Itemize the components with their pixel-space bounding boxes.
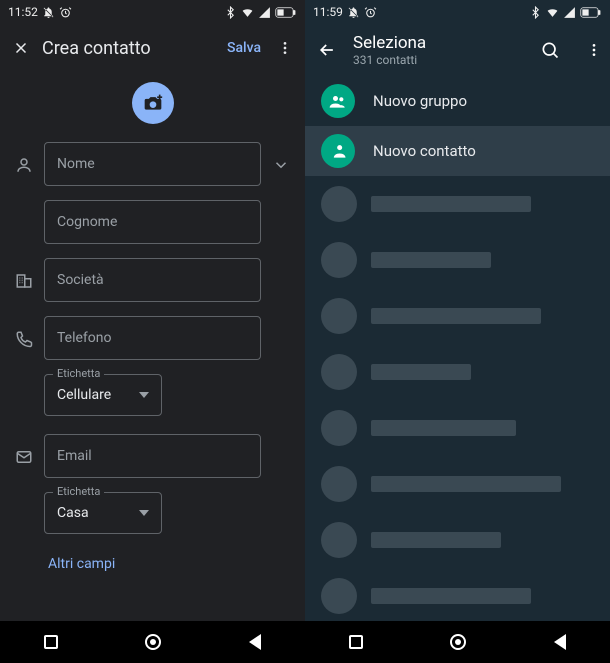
company-input[interactable]: Società xyxy=(44,258,261,302)
save-button[interactable]: Salva xyxy=(227,40,261,56)
company-placeholder: Società xyxy=(57,272,104,288)
contact-name-placeholder xyxy=(371,308,541,324)
contact-name-placeholder xyxy=(371,476,561,492)
android-nav-bar xyxy=(0,621,305,663)
contact-row[interactable] xyxy=(305,176,610,232)
nav-recent-button[interactable] xyxy=(349,635,363,649)
surname-placeholder: Cognome xyxy=(57,214,117,230)
contact-avatar xyxy=(321,186,357,222)
expand-name-button[interactable] xyxy=(269,142,293,174)
bluetooth-icon xyxy=(529,6,542,19)
person-icon xyxy=(15,156,33,174)
bluetooth-icon xyxy=(224,6,237,19)
nav-back-button[interactable] xyxy=(249,634,261,650)
battery-icon xyxy=(580,7,602,18)
contact-avatar xyxy=(321,578,357,614)
company-icon xyxy=(15,272,33,290)
appbar-title: Crea contatto xyxy=(42,38,215,59)
contact-name-placeholder xyxy=(371,588,531,604)
appbar-subtitle: 331 contatti xyxy=(353,53,524,67)
phone-icon xyxy=(15,330,33,348)
more-vert-icon xyxy=(277,40,293,56)
android-nav-bar xyxy=(305,621,610,663)
create-contact-pane: 11:52 Crea contatto Salva Nome xyxy=(0,0,305,663)
form-scroll: Nome Cognome Società Telefono E xyxy=(0,142,305,621)
bell-off-icon xyxy=(42,6,55,19)
add-photo-button[interactable] xyxy=(132,82,174,124)
email-label-value: Casa xyxy=(57,505,89,521)
firstname-placeholder: Nome xyxy=(57,156,95,172)
phone-label-caption: Etichetta xyxy=(53,367,104,380)
nav-home-button[interactable] xyxy=(145,634,161,650)
wifi-icon xyxy=(546,6,559,19)
phone-label-value: Cellulare xyxy=(57,387,111,403)
contact-avatar xyxy=(321,298,357,334)
nav-back-button[interactable] xyxy=(554,634,566,650)
contact-row[interactable] xyxy=(305,344,610,400)
contact-avatar xyxy=(321,354,357,390)
surname-input[interactable]: Cognome xyxy=(44,200,261,244)
new-contact-button[interactable]: Nuovo contatto xyxy=(305,126,610,176)
wifi-icon xyxy=(241,6,254,19)
contact-name-placeholder xyxy=(371,252,491,268)
status-bar: 11:59 xyxy=(305,0,610,24)
alarm-icon xyxy=(59,6,72,19)
more-button[interactable] xyxy=(273,40,297,56)
signal-icon xyxy=(258,6,271,19)
contact-avatar xyxy=(321,242,357,278)
firstname-input[interactable]: Nome xyxy=(44,142,261,186)
search-icon[interactable] xyxy=(540,40,560,60)
contact-row[interactable] xyxy=(305,232,610,288)
contact-row[interactable] xyxy=(305,288,610,344)
status-bar: 11:52 xyxy=(0,0,305,24)
dropdown-arrow-icon xyxy=(139,508,149,518)
group-icon xyxy=(328,91,348,111)
contact-avatar xyxy=(321,466,357,502)
contact-name-placeholder xyxy=(371,196,531,212)
new-group-label: Nuovo gruppo xyxy=(373,92,467,110)
phone-input[interactable]: Telefono xyxy=(44,316,261,360)
person-add-icon xyxy=(328,141,348,161)
contact-list[interactable] xyxy=(305,176,610,621)
contact-name-placeholder xyxy=(371,420,516,436)
new-contact-label: Nuovo contatto xyxy=(373,142,476,160)
status-time: 11:52 xyxy=(8,5,38,19)
bell-off-icon xyxy=(347,6,360,19)
email-label-caption: Etichetta xyxy=(53,485,104,498)
contact-row[interactable] xyxy=(305,568,610,621)
contact-name-placeholder xyxy=(371,364,471,380)
new-group-button[interactable]: Nuovo gruppo xyxy=(305,76,610,126)
contact-row[interactable] xyxy=(305,400,610,456)
email-icon xyxy=(15,448,33,466)
dropdown-arrow-icon xyxy=(139,390,149,400)
alarm-icon xyxy=(364,6,377,19)
select-contact-pane: 11:59 Seleziona 331 contatti Nuovo grupp… xyxy=(305,0,610,663)
nav-home-button[interactable] xyxy=(450,634,466,650)
appbar-title: Seleziona xyxy=(353,33,524,53)
camera-add-icon xyxy=(143,93,163,113)
photo-section xyxy=(0,72,305,142)
contact-name-placeholder xyxy=(371,532,501,548)
battery-icon xyxy=(275,7,297,18)
close-icon[interactable] xyxy=(12,39,30,57)
signal-icon xyxy=(563,6,576,19)
chevron-down-icon xyxy=(272,156,290,174)
phone-label-dropdown[interactable]: Etichetta Cellulare xyxy=(44,374,162,416)
email-placeholder: Email xyxy=(57,448,92,464)
back-icon[interactable] xyxy=(317,40,337,60)
status-time: 11:59 xyxy=(313,5,343,19)
contact-row[interactable] xyxy=(305,456,610,512)
nav-recent-button[interactable] xyxy=(44,635,58,649)
phone-placeholder: Telefono xyxy=(57,330,112,346)
more-vert-icon[interactable] xyxy=(586,42,602,58)
contact-row[interactable] xyxy=(305,512,610,568)
select-appbar: Seleziona 331 contatti xyxy=(305,24,610,76)
contact-avatar xyxy=(321,410,357,446)
more-fields-button[interactable]: Altri campi xyxy=(12,552,293,584)
email-input[interactable]: Email xyxy=(44,434,261,478)
create-contact-appbar: Crea contatto Salva xyxy=(0,24,305,72)
email-label-dropdown[interactable]: Etichetta Casa xyxy=(44,492,162,534)
contact-avatar xyxy=(321,522,357,558)
